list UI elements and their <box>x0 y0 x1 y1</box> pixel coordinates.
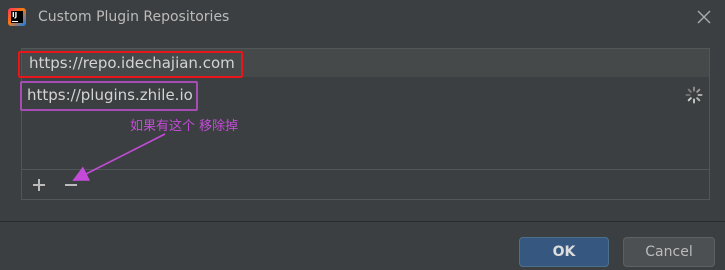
footer-separator <box>0 221 725 222</box>
plus-icon <box>33 179 45 191</box>
highlight-box-red <box>18 51 243 78</box>
ok-button[interactable]: OK <box>519 237 609 267</box>
annotation-note: 如果有这个 移除掉 <box>130 119 239 134</box>
minus-icon <box>65 184 77 186</box>
title-bar: IJ Custom Plugin Repositories <box>0 0 725 36</box>
app-icon-text: IJ <box>12 11 18 19</box>
close-icon[interactable] <box>695 8 713 26</box>
highlight-box-purple <box>20 81 198 111</box>
remove-button[interactable] <box>61 175 81 195</box>
intellij-idea-icon: IJ <box>8 8 26 26</box>
spinner-icon <box>685 86 703 104</box>
cancel-button[interactable]: Cancel <box>623 237 715 267</box>
dialog-title: Custom Plugin Repositories <box>38 9 230 25</box>
toolbar-divider <box>22 169 709 170</box>
repository-list: https://repo.idechajian.com https://plug… <box>18 48 710 200</box>
add-button[interactable] <box>29 175 49 195</box>
custom-plugin-repositories-dialog: IJ Custom Plugin Repositories https://re… <box>0 0 725 270</box>
